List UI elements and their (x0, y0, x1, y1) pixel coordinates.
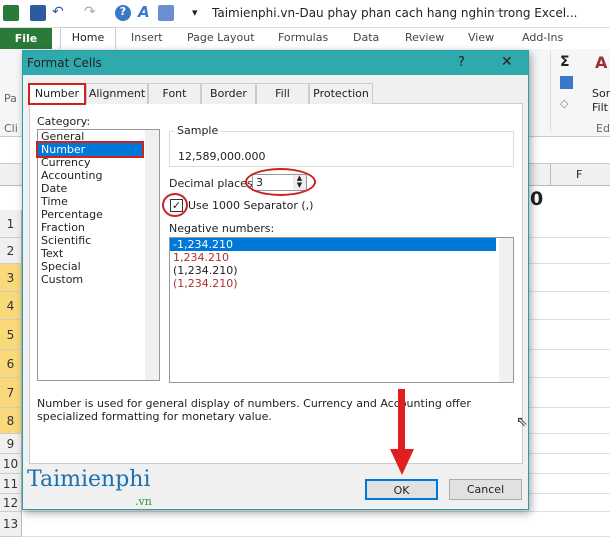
negative-option[interactable]: (1,234.210) (170, 277, 513, 290)
category-label: Category: (37, 115, 91, 128)
minimize-icon[interactable]: — (495, 4, 506, 17)
tab-data[interactable]: Data (353, 31, 379, 44)
tab-protection[interactable]: Protection (309, 83, 373, 104)
tab-formulas[interactable]: Formulas (278, 31, 328, 44)
negative-numbers-list[interactable]: -1,234.210 1,234.210 (1,234.210) (1,234.… (169, 237, 514, 383)
watermark-logo: Taimienphi (27, 467, 151, 492)
close-button[interactable]: ✕ (501, 54, 513, 70)
tab-insert[interactable]: Insert (131, 31, 163, 44)
tab-border[interactable]: Border (201, 83, 256, 104)
title-bar: ↶ ↷ ? A ▾ Taimienphi.vn-Dau phay phan ca… (0, 0, 610, 28)
annotation-circle (245, 168, 316, 196)
sample-label: Sample (175, 124, 221, 137)
cancel-button[interactable]: Cancel (449, 479, 522, 500)
category-item[interactable]: Fraction (38, 221, 159, 234)
mouse-cursor-icon: ⇖ (516, 414, 528, 430)
row-header[interactable]: 11 (0, 474, 22, 494)
fill-icon[interactable] (560, 76, 573, 89)
negative-option[interactable]: (1,234.210) (170, 264, 513, 277)
editing-label: Ed (596, 122, 610, 135)
excel-icon (3, 5, 19, 21)
clear-icon[interactable]: ◇ (560, 97, 568, 110)
redo-icon[interactable]: ↷ (84, 4, 96, 20)
ok-button[interactable]: OK (365, 479, 438, 500)
row-header[interactable]: 3 (0, 264, 22, 292)
tab-home[interactable]: Home (60, 27, 116, 49)
category-item[interactable]: General (38, 130, 159, 143)
sample-value: 12,589,000.000 (178, 150, 266, 163)
row-header[interactable]: 13 (0, 512, 22, 537)
dialog-title-bar: Format Cells ? ✕ (23, 51, 528, 75)
row-header[interactable]: 8 (0, 408, 22, 434)
category-list[interactable]: General Number Currency Accounting Date Time P… (36, 129, 160, 381)
autosum-icon[interactable]: Σ (560, 54, 570, 70)
row-header[interactable]: 12 (0, 494, 22, 512)
clipboard-label: Cli (4, 122, 18, 135)
category-item[interactable]: Percentage (38, 208, 159, 221)
save-icon[interactable] (30, 5, 46, 21)
negative-option[interactable]: -1,234.210 (170, 238, 496, 251)
dialog-title: Format Cells (27, 56, 102, 70)
form-icon[interactable] (158, 5, 174, 21)
sort-icon[interactable]: A (595, 53, 607, 72)
category-scrollbar[interactable] (145, 130, 159, 380)
cell-fragment: 0 (530, 188, 544, 210)
window-title: Taimienphi.vn-Dau phay phan cach hang ng… (212, 6, 578, 20)
row-header[interactable]: 7 (0, 378, 22, 408)
category-item[interactable]: Special (38, 260, 159, 273)
row-header[interactable]: 2 (0, 238, 22, 264)
category-item[interactable]: Text (38, 247, 159, 260)
category-item[interactable]: Currency (38, 156, 159, 169)
tab-fill[interactable]: Fill (256, 83, 309, 104)
undo-icon[interactable]: ↶ (52, 4, 64, 20)
watermark-suffix: .vn (135, 495, 152, 508)
text-style-icon[interactable]: A (138, 3, 150, 21)
tab-review[interactable]: Review (405, 31, 444, 44)
sort-label[interactable]: Sor (592, 87, 610, 100)
row-header[interactable]: 5 (0, 320, 22, 350)
row-header[interactable]: 4 (0, 292, 22, 320)
row-header[interactable]: 9 (0, 434, 22, 454)
filter-label[interactable]: Filt (592, 101, 608, 114)
tab-alignment[interactable]: Alignment (86, 83, 148, 104)
tab-font[interactable]: Font (148, 83, 201, 104)
negative-numbers-label: Negative numbers: (169, 222, 275, 235)
category-item[interactable]: Custom (38, 273, 159, 286)
help-icon[interactable]: ? (115, 5, 131, 21)
row-header[interactable]: 6 (0, 350, 22, 378)
category-item[interactable]: Time (38, 195, 159, 208)
grid-row[interactable] (22, 512, 610, 537)
paste-label[interactable]: Pa (4, 92, 17, 105)
tab-view[interactable]: View (468, 31, 494, 44)
negative-scrollbar[interactable] (499, 238, 513, 382)
category-description: Number is used for general display of nu… (37, 397, 471, 423)
category-item[interactable]: Number (36, 141, 144, 158)
category-item[interactable]: Accounting (38, 169, 159, 182)
tab-add-ins[interactable]: Add-Ins (522, 31, 563, 44)
watermark-brand: Taimienphi (27, 467, 151, 492)
annotation-circle (162, 193, 188, 217)
customize-icon[interactable]: ▾ (192, 6, 198, 19)
row-header[interactable]: 10 (0, 454, 22, 474)
category-item[interactable]: Date (38, 182, 159, 195)
tab-page-layout[interactable]: Page Layout (187, 31, 255, 44)
help-button[interactable]: ? (458, 55, 465, 70)
row-header[interactable]: 1 (0, 210, 22, 238)
arrow-annotation (398, 389, 405, 453)
decimal-places-label: Decimal places: (169, 177, 257, 190)
negative-option[interactable]: 1,234.210 (170, 251, 513, 264)
arrow-head-icon (390, 449, 414, 475)
column-f-header[interactable]: F (576, 168, 582, 181)
separator-label: Use 1000 Separator (,) (188, 199, 314, 212)
category-item[interactable]: Scientific (38, 234, 159, 247)
format-cells-dialog: Format Cells ? ✕ Number Alignment Font B… (22, 50, 529, 510)
tab-file[interactable]: File (0, 28, 52, 49)
annotation-box (28, 83, 86, 105)
